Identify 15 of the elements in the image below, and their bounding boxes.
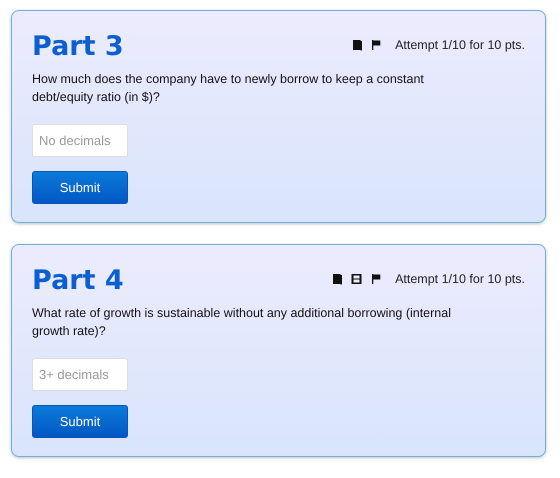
attempt-info: Attempt 1/10 for 10 pts. [395, 38, 525, 52]
answer-field[interactable]: No decimals [32, 124, 128, 157]
flag-icon[interactable] [371, 272, 382, 284]
submit-button[interactable]: Submit [32, 405, 128, 438]
submit-button[interactable]: Submit [32, 171, 128, 204]
flag-icon[interactable] [371, 38, 382, 50]
attempt-info: Attempt 1/10 for 10 pts. [395, 272, 525, 286]
book-icon[interactable] [352, 38, 362, 50]
question-text: How much does the company have to newly borrow to keep a constant debt/equity ratio (in $)? [32, 71, 425, 106]
part-title: Part 4 [32, 264, 125, 296]
part-title: Part 3 [32, 30, 125, 62]
film-icon[interactable] [351, 272, 362, 284]
question-text: What rate of growth is sustainable without any additional borrowing (internal growth rate)? [32, 305, 452, 340]
book-icon[interactable] [332, 272, 342, 284]
answer-field[interactable]: 3+ decimals [32, 358, 128, 391]
